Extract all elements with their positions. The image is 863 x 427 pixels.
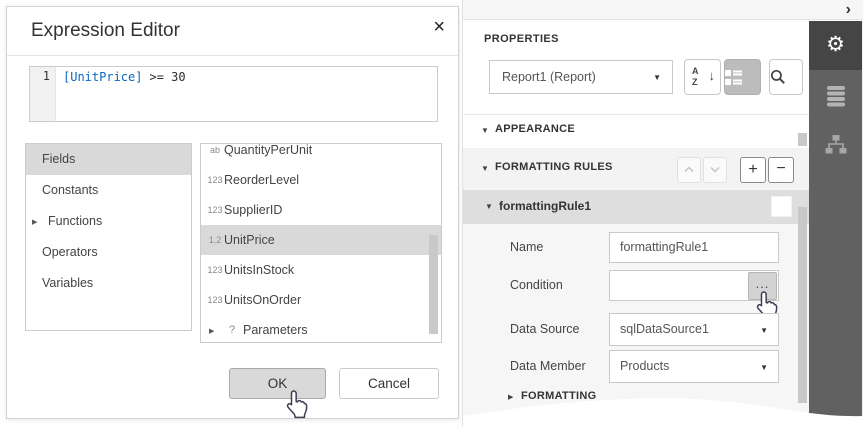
gear-icon: ⚙: [826, 33, 845, 56]
chevron-down-icon: ▼: [760, 363, 768, 372]
sitemap-icon: [825, 135, 847, 154]
category-item-functions[interactable]: ▶Functions: [26, 206, 191, 237]
collapse-icon: ▼: [481, 126, 489, 135]
field-item-parameters[interactable]: ▶?Parameters: [201, 315, 441, 343]
name-value: formattingRule1: [610, 233, 778, 262]
condition-ellipsis-button[interactable]: ...: [748, 272, 777, 300]
dialog-title: Expression Editor: [31, 20, 180, 42]
formatting-rule-title: formattingRule1: [499, 199, 591, 213]
field-item-reorderlevel[interactable]: 123ReorderLevel: [201, 165, 441, 195]
text-type-icon: ab: [206, 143, 224, 165]
operator-tokens: >= 30: [149, 70, 185, 84]
data-source-value: sqlDataSource1: [610, 314, 778, 345]
category-view-icon: [725, 70, 742, 85]
move-rule-up-button[interactable]: [677, 157, 701, 183]
tab-report-explorer[interactable]: [809, 121, 862, 170]
search-button[interactable]: [769, 59, 803, 95]
add-rule-button[interactable]: +: [740, 157, 766, 183]
expression-code-editor[interactable]: 1 [UnitPrice] >= 30: [29, 66, 438, 122]
tab-field-list[interactable]: [809, 73, 862, 122]
chevron-down-icon: ▼: [760, 326, 768, 335]
category-item-variables[interactable]: Variables: [26, 268, 191, 299]
name-label: Name: [510, 240, 543, 254]
move-rule-down-button[interactable]: [703, 157, 727, 183]
divider: [463, 114, 809, 115]
field-item-unitsinstock[interactable]: 123UnitsInStock: [201, 255, 441, 285]
data-member-value: Products: [610, 351, 778, 382]
designer-sidebar: ⚙: [809, 21, 862, 427]
section-appearance[interactable]: APPEARANCE: [495, 123, 575, 135]
condition-label: Condition: [510, 278, 563, 292]
decimal-type-icon: 1.2: [206, 225, 224, 255]
expression-text: [UnitPrice] >= 30: [63, 70, 186, 84]
expand-icon: ▶: [209, 317, 225, 343]
collapse-icon: ▼: [485, 202, 493, 211]
expression-editor-dialog: Expression Editor × 1 [UnitPrice] >= 30 F…: [6, 6, 459, 419]
category-list: Fields Constants ▶Functions Operators Va…: [25, 143, 192, 331]
field-list-scrollbar[interactable]: [429, 235, 438, 334]
field-item-unitprice[interactable]: 1.2UnitPrice: [201, 225, 441, 255]
integer-type-icon: 123: [206, 255, 224, 285]
screenshot-wave-cut: [463, 385, 863, 427]
category-view-button[interactable]: [724, 59, 761, 95]
sort-az-button[interactable]: AZ ↓: [684, 59, 721, 95]
category-item-constants[interactable]: Constants: [26, 175, 191, 206]
data-source-select[interactable]: sqlDataSource1 ▼: [609, 313, 779, 346]
sort-az-icon: AZ: [692, 66, 699, 88]
tab-properties[interactable]: ⚙: [809, 21, 862, 70]
data-member-label: Data Member: [510, 359, 586, 373]
collapse-panel-chevron-icon[interactable]: ›: [846, 1, 851, 19]
panel-scrollbar-segment[interactable]: [798, 133, 807, 146]
panel-scrollbar[interactable]: [798, 207, 807, 403]
integer-type-icon: 123: [206, 195, 224, 225]
collapse-icon: ▼: [481, 164, 489, 173]
chevron-down-icon: ▼: [653, 73, 661, 82]
remove-rule-button[interactable]: −: [768, 157, 794, 183]
ok-button[interactable]: OK: [229, 368, 326, 399]
condition-input[interactable]: ...: [609, 270, 779, 301]
field-token: [UnitPrice]: [63, 70, 142, 84]
properties-header: PROPERTIES: [484, 33, 559, 45]
field-item-supplierid[interactable]: 123SupplierID: [201, 195, 441, 225]
line-number: 1: [30, 67, 56, 83]
database-icon: [826, 86, 846, 108]
field-item-quantityperunit[interactable]: abQuantityPerUnit: [201, 143, 441, 165]
field-item-unitsonorder[interactable]: 123UnitsOnOrder: [201, 285, 441, 315]
data-source-label: Data Source: [510, 322, 579, 336]
rule-select-checkbox[interactable]: [771, 196, 792, 217]
code-gutter: 1: [30, 67, 56, 121]
name-input[interactable]: formattingRule1: [609, 232, 779, 263]
search-icon: [770, 69, 786, 85]
report-selector[interactable]: Report1 (Report) ▼: [489, 60, 673, 94]
panel-top-strip: ›: [463, 0, 863, 20]
category-item-operators[interactable]: Operators: [26, 237, 191, 268]
parameter-type-icon: ?: [225, 315, 239, 343]
field-list: abQuantityPerUnit 123ReorderLevel 123Sup…: [200, 143, 442, 343]
report-selector-value: Report1 (Report): [502, 61, 596, 93]
expand-icon: ▶: [32, 207, 48, 238]
integer-type-icon: 123: [206, 285, 224, 315]
dialog-titlebar: Expression Editor ×: [7, 7, 458, 56]
section-formatting-rules[interactable]: FORMATTING RULES: [495, 161, 613, 173]
properties-panel: › PROPERTIES Report1 (Report) ▼ AZ ↓ ▼ A…: [462, 0, 863, 427]
close-icon[interactable]: ×: [433, 17, 445, 37]
cancel-button[interactable]: Cancel: [339, 368, 439, 399]
integer-type-icon: 123: [206, 165, 224, 195]
data-member-select[interactable]: Products ▼: [609, 350, 779, 383]
chevron-down-icon: [710, 166, 720, 173]
category-item-fields[interactable]: Fields: [26, 144, 191, 175]
chevron-up-icon: [684, 166, 694, 173]
